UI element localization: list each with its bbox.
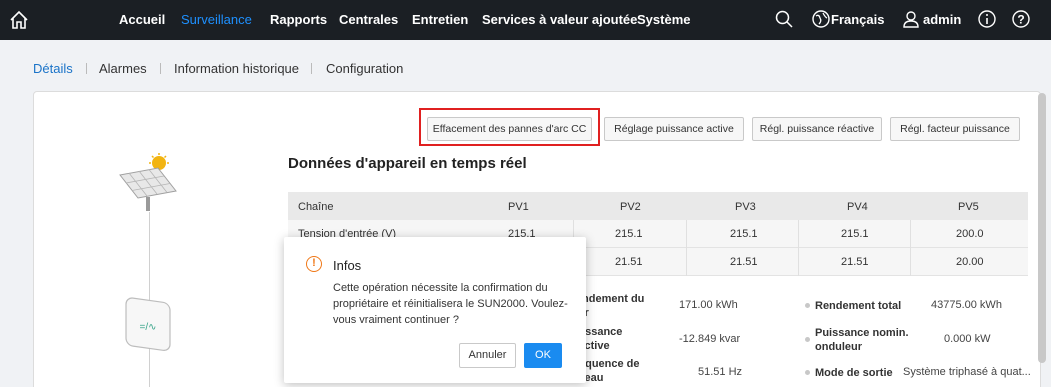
home-icon[interactable]: [8, 9, 30, 31]
table-cell: 21.51: [841, 256, 869, 268]
globe-icon[interactable]: [811, 9, 831, 29]
metric-label: Mode de sortie: [815, 367, 893, 379]
metric-label: Puissance nomin. onduleur: [815, 327, 909, 353]
metric-value: -12.849 kvar: [679, 333, 741, 345]
column-separator: [686, 220, 687, 248]
nav-accueil[interactable]: Accueil: [119, 12, 165, 27]
table-cell: 215.1: [841, 228, 869, 240]
metric-value: 0.000 kW: [944, 333, 991, 345]
bullet-icon: [805, 337, 810, 342]
table-cell: 215.1: [615, 228, 643, 240]
header-cell: Chaîne: [298, 201, 334, 213]
top-navigation: Accueil Surveillance Rapports Centrales …: [0, 0, 1051, 40]
reactive-power-button[interactable]: Régl. puissance réactive: [752, 117, 882, 141]
search-icon[interactable]: [774, 9, 794, 29]
table-cell: 215.1: [730, 228, 758, 240]
table-cell: 20.00: [956, 256, 984, 268]
inverter-icon: =/∿: [125, 297, 171, 351]
help-icon[interactable]: ?: [1011, 9, 1031, 29]
svg-text:?: ?: [1017, 13, 1024, 27]
clear-arc-fault-button[interactable]: Effacement des pannes d'arc CC: [427, 117, 592, 141]
column-separator: [910, 220, 911, 248]
user-icon[interactable]: [901, 9, 921, 29]
nav-systeme[interactable]: Système: [637, 12, 690, 27]
scrollbar[interactable]: [1038, 93, 1046, 363]
tab-separator: [86, 63, 87, 74]
tab-details[interactable]: Détails: [33, 61, 73, 76]
metric-value: 171.00 kWh: [679, 299, 738, 311]
table-cell: 200.0: [956, 228, 984, 240]
nav-rapports[interactable]: Rapports: [270, 12, 327, 27]
tab-configuration[interactable]: Configuration: [326, 61, 403, 76]
tab-separator: [160, 63, 161, 74]
tab-historique[interactable]: Information historique: [174, 61, 299, 76]
header-cell: PV1: [508, 201, 529, 213]
table-header: Chaîne PV1 PV2 PV3 PV4 PV5: [288, 192, 1028, 220]
tab-separator: [311, 63, 312, 74]
active-power-button[interactable]: Réglage puissance active: [604, 117, 744, 141]
bullet-icon: [805, 370, 810, 375]
header-cell: PV5: [958, 201, 979, 213]
metric-value: Système triphasé à quat...: [903, 366, 1031, 378]
svg-text:=/∿: =/∿: [140, 322, 157, 333]
header-cell: PV3: [735, 201, 756, 213]
metric-value: 51.51 Hz: [698, 366, 743, 378]
cancel-button[interactable]: Annuler: [459, 343, 516, 368]
column-separator: [686, 248, 687, 276]
nav-surveillance[interactable]: Surveillance: [181, 12, 252, 27]
header-cell: PV2: [620, 201, 641, 213]
nav-entretien[interactable]: Entretien: [412, 12, 468, 27]
table-cell: 21.51: [615, 256, 643, 268]
warning-icon: !: [306, 256, 322, 272]
tab-alarmes[interactable]: Alarmes: [99, 61, 147, 76]
column-separator: [798, 220, 799, 248]
dialog-message: Cette opération nécessite la confirmatio…: [333, 282, 568, 326]
user-name[interactable]: admin: [923, 12, 961, 27]
header-cell: PV4: [847, 201, 868, 213]
table-cell: 21.51: [730, 256, 758, 268]
ok-button[interactable]: OK: [524, 343, 562, 368]
power-factor-button[interactable]: Régl. facteur puissance: [890, 117, 1020, 141]
section-title: Données d'appareil en temps réel: [288, 155, 527, 172]
nav-services[interactable]: Services à valeur ajoutée: [482, 12, 637, 27]
metric-value: 43775.00 kWh: [931, 299, 1002, 311]
metric-label: Rendement total: [815, 300, 902, 312]
solar-panel-icon: [119, 153, 177, 211]
info-icon[interactable]: [977, 9, 997, 29]
dialog-title: Infos: [333, 258, 362, 273]
column-separator: [798, 248, 799, 276]
nav-centrales[interactable]: Centrales: [339, 12, 398, 27]
language-selector[interactable]: Français: [831, 12, 884, 27]
column-separator: [910, 248, 911, 276]
bullet-icon: [805, 303, 810, 308]
sub-tabs: Détails Alarmes Information historique C…: [0, 40, 1051, 88]
